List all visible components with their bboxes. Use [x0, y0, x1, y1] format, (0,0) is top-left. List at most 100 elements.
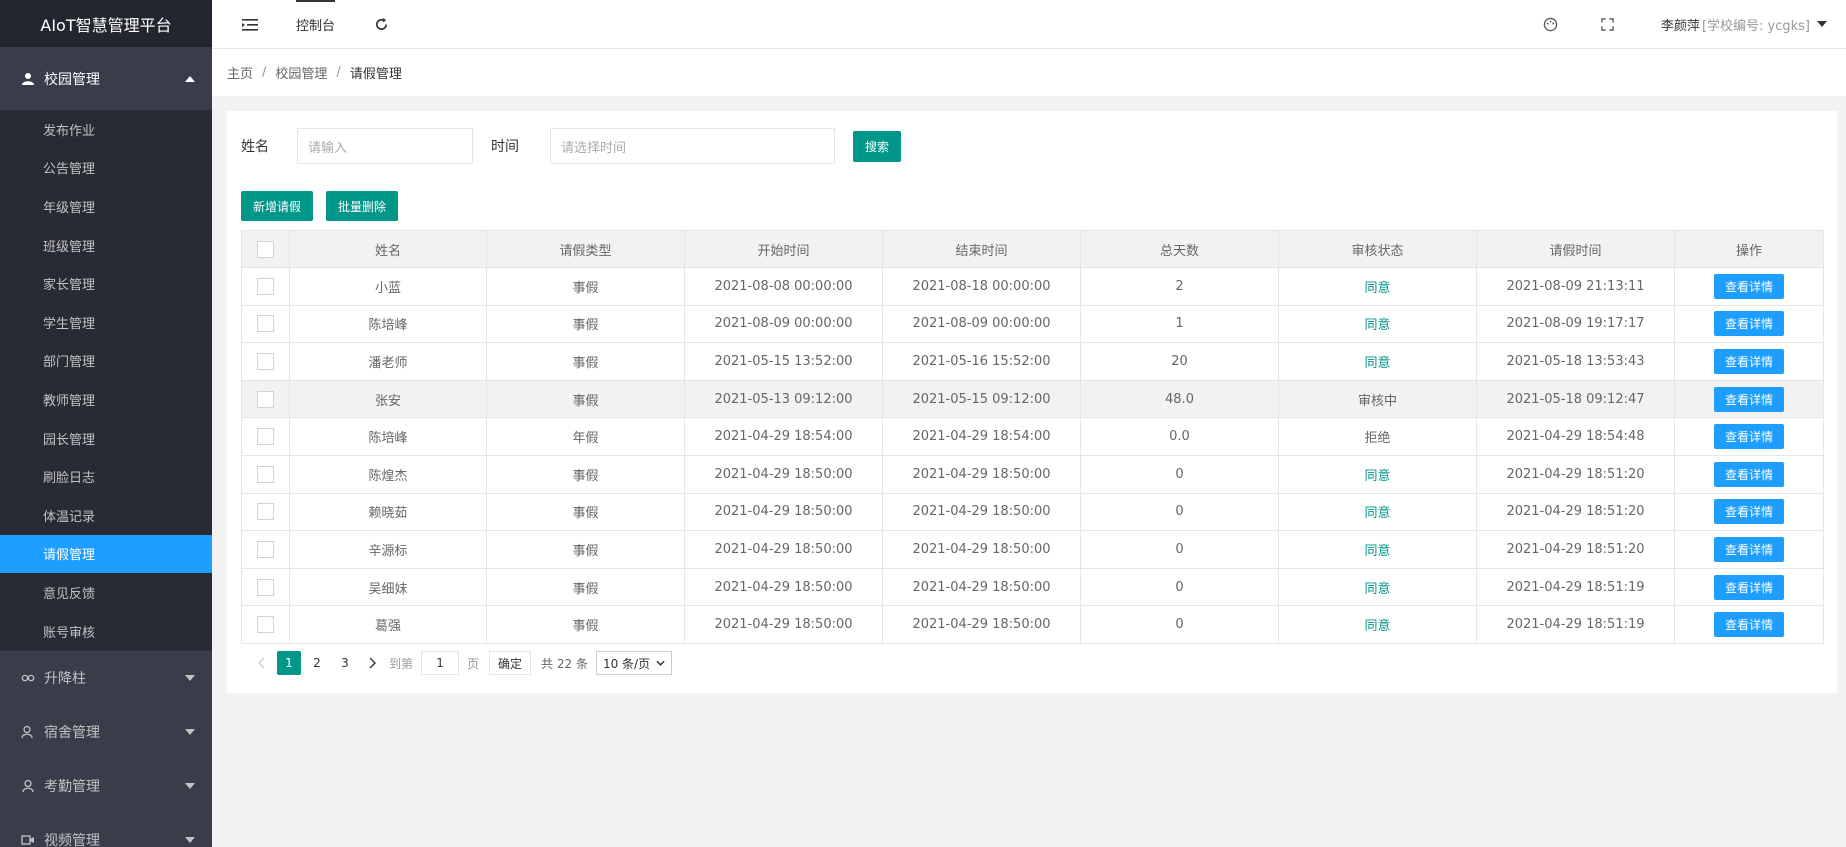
- row-checkbox[interactable]: [257, 616, 274, 634]
- menu-toggle-icon[interactable]: [242, 0, 258, 49]
- page-number[interactable]: 1: [277, 651, 301, 675]
- view-detail-button[interactable]: 查看详情: [1713, 536, 1784, 562]
- header-end: 结束时间: [882, 230, 1081, 268]
- cell-request-time: 2021-04-29 18:51:20: [1476, 454, 1675, 494]
- batch-delete-button[interactable]: 批量删除: [326, 191, 399, 221]
- per-page-select[interactable]: 10 条/页: [595, 651, 673, 675]
- sidebar-item[interactable]: 学生管理: [0, 303, 212, 342]
- cell-days: 0: [1080, 454, 1279, 494]
- table-row: 陈煌杰 事假 2021-04-29 18:50:00 2021-04-29 18:50…: [241, 454, 1824, 494]
- app-logo[interactable]: AIoT智慧管理平台: [0, 0, 212, 47]
- row-select-cell: [241, 492, 290, 532]
- view-detail-button[interactable]: 查看详情: [1713, 311, 1784, 337]
- caret-down-icon: [184, 778, 196, 794]
- row-checkbox[interactable]: [257, 428, 274, 446]
- add-leave-button[interactable]: 新增请假: [241, 191, 314, 221]
- caret-down-icon: [184, 724, 196, 740]
- tab-dashboard[interactable]: 控制台: [296, 0, 336, 49]
- name-input[interactable]: 请输入: [297, 128, 473, 164]
- cell-days: 48.0: [1080, 379, 1279, 419]
- menu-head-collapsed[interactable]: 升降柱: [0, 651, 212, 705]
- cell-request-time: 2021-05-18 13:53:43: [1476, 342, 1675, 381]
- menu-head-campus[interactable]: 校园管理: [0, 47, 212, 110]
- sidebar-item[interactable]: 家长管理: [0, 264, 212, 303]
- row-checkbox[interactable]: [257, 540, 274, 558]
- fullscreen-icon[interactable]: [1601, 0, 1614, 49]
- attendance-icon: [20, 779, 36, 793]
- cell-start: 2021-04-29 18:50:00: [684, 530, 883, 569]
- cell-status: 拒绝: [1278, 417, 1477, 456]
- select-all-checkbox[interactable]: [257, 240, 274, 258]
- menu-head-collapsed[interactable]: 视频管理: [0, 813, 212, 847]
- cell-end: 2021-04-29 18:50:00: [882, 530, 1081, 569]
- row-select-cell: [241, 454, 290, 494]
- cell-type: 事假: [486, 379, 685, 419]
- breadcrumb-home[interactable]: 主页: [227, 63, 253, 82]
- row-checkbox[interactable]: [257, 578, 274, 596]
- next-page-icon[interactable]: [361, 651, 385, 675]
- view-detail-button[interactable]: 查看详情: [1713, 461, 1784, 487]
- view-detail-button[interactable]: 查看详情: [1713, 499, 1784, 525]
- header-status: 审核状态: [1278, 230, 1477, 268]
- cell-name: 辛源标: [289, 530, 487, 569]
- row-checkbox[interactable]: [257, 277, 274, 295]
- cell-start: 2021-08-09 00:00:00: [684, 304, 883, 344]
- row-checkbox[interactable]: [257, 352, 274, 370]
- row-checkbox[interactable]: [257, 465, 274, 483]
- view-detail-button[interactable]: 查看详情: [1713, 424, 1784, 450]
- theme-icon[interactable]: [1543, 0, 1558, 49]
- row-checkbox[interactable]: [257, 315, 274, 333]
- cell-end: 2021-08-18 00:00:00: [882, 267, 1081, 306]
- prev-page-icon[interactable]: [249, 651, 273, 675]
- cell-actions: 查看详情: [1674, 605, 1824, 644]
- refresh-icon[interactable]: [374, 0, 389, 49]
- view-detail-button[interactable]: 查看详情: [1713, 386, 1784, 412]
- row-checkbox[interactable]: [257, 503, 274, 521]
- sidebar-item[interactable]: 请假管理: [0, 534, 212, 574]
- cell-days: 2: [1080, 267, 1279, 306]
- menu-head-collapsed[interactable]: 考勤管理: [0, 759, 212, 813]
- sidebar-item[interactable]: 班级管理: [0, 226, 212, 265]
- sidebar-item[interactable]: 部门管理: [0, 342, 212, 381]
- sidebar-item[interactable]: 刷脸日志: [0, 457, 212, 496]
- sidebar-item[interactable]: 发布作业: [0, 110, 212, 149]
- sidebar-item[interactable]: 教师管理: [0, 380, 212, 419]
- cell-actions: 查看详情: [1674, 454, 1824, 494]
- row-checkbox[interactable]: [257, 390, 274, 408]
- cell-days: 0.0: [1080, 417, 1279, 456]
- view-detail-button[interactable]: 查看详情: [1713, 273, 1784, 299]
- sidebar-item[interactable]: 年级管理: [0, 187, 212, 226]
- sidebar-item[interactable]: 账号审核: [0, 612, 212, 651]
- cell-status: 同意: [1278, 605, 1477, 644]
- cell-days: 20: [1080, 342, 1279, 381]
- goto-confirm-button[interactable]: 确定: [489, 651, 532, 675]
- page-number[interactable]: 3: [333, 651, 357, 675]
- cell-actions: 查看详情: [1674, 567, 1824, 607]
- menu-head-collapsed[interactable]: 宿舍管理: [0, 705, 212, 759]
- user-menu[interactable]: 李颜萍 [学校编号: ycgks]: [1661, 0, 1828, 49]
- goto-page-input[interactable]: 1: [421, 651, 460, 675]
- breadcrumb-campus[interactable]: 校园管理: [275, 63, 327, 82]
- cell-request-time: 2021-04-29 18:51:20: [1476, 492, 1675, 532]
- cell-end: 2021-04-29 18:54:00: [882, 417, 1081, 456]
- sidebar-item[interactable]: 体温记录: [0, 496, 212, 535]
- cell-start: 2021-04-29 18:50:00: [684, 567, 883, 607]
- school-code: [学校编号: ycgks]: [1701, 19, 1810, 34]
- goto-label: 到第: [389, 656, 414, 671]
- sidebar-item[interactable]: 园长管理: [0, 419, 212, 458]
- page-unit-label: 页: [467, 656, 480, 671]
- time-picker-input[interactable]: 请选择时间: [550, 128, 835, 164]
- search-button[interactable]: 搜索: [853, 130, 902, 162]
- cell-end: 2021-08-09 00:00:00: [882, 304, 1081, 344]
- view-detail-button[interactable]: 查看详情: [1713, 612, 1784, 638]
- sidebar-item[interactable]: 意见反馈: [0, 573, 212, 612]
- sidebar-item[interactable]: 公告管理: [0, 149, 212, 188]
- view-detail-button[interactable]: 查看详情: [1713, 574, 1784, 600]
- select-all-cell: [241, 230, 290, 268]
- view-detail-button[interactable]: 查看详情: [1713, 348, 1784, 374]
- page-number[interactable]: 2: [305, 651, 329, 675]
- cell-actions: 查看详情: [1674, 417, 1824, 456]
- cell-days: 0: [1080, 492, 1279, 532]
- row-select-cell: [241, 379, 290, 419]
- row-select-cell: [241, 304, 290, 344]
